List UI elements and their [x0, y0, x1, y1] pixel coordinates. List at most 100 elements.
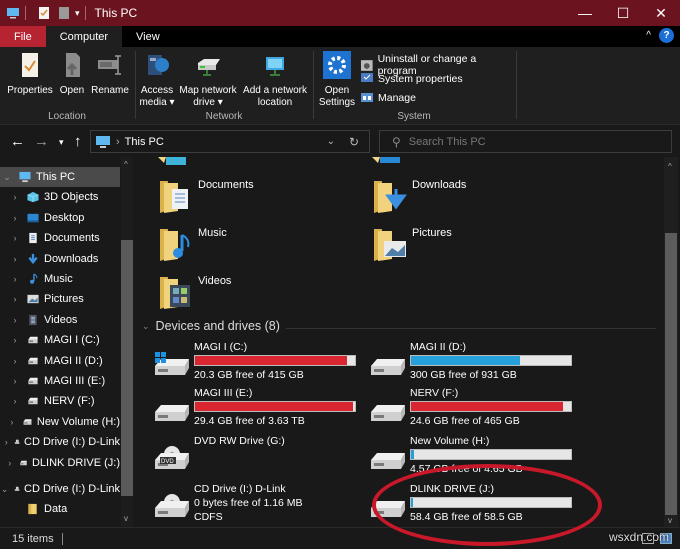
nav-item-music[interactable]: › Music — [0, 269, 120, 289]
address-bar[interactable]: › This PC ⌄ ↻ — [90, 130, 370, 153]
properties-button[interactable]: Properties — [6, 51, 54, 97]
collapse-chevron-icon[interactable]: › — [10, 376, 20, 386]
nav-item-magi-iii[interactable]: › MAGI III (E:) — [0, 371, 120, 391]
collapse-chevron-icon[interactable]: › — [10, 192, 20, 202]
tab-view[interactable]: View — [122, 26, 174, 47]
nav-item-desktop[interactable]: › Desktop — [0, 208, 120, 228]
nav-item-magi-i[interactable]: › MAGI I (C:) — [0, 330, 120, 350]
nav-item-data[interactable]: Data — [0, 499, 120, 519]
settings-gear-icon — [323, 51, 351, 79]
drive-icon — [28, 357, 38, 364]
collapse-chevron-icon[interactable]: › — [10, 274, 20, 284]
nav-item-magi-ii[interactable]: › MAGI II (D:) — [0, 351, 120, 371]
this-pc-icon — [7, 8, 19, 19]
drive-magi-i-c[interactable]: MAGI I (C:) 20.3 GB free of 415 GB — [152, 341, 362, 387]
drive-magi-ii-d[interactable]: MAGI II (D:) 300 GB free of 931 GB — [368, 341, 578, 387]
drive-dlink-drive-j[interactable]: DLINK DRIVE (J:) 58.4 GB free of 58.5 GB — [368, 483, 578, 527]
collapse-chevron-icon[interactable]: › — [10, 213, 20, 223]
maximize-button[interactable]: ☐ — [604, 0, 642, 26]
folder-name: Downloads — [412, 179, 467, 191]
minimize-button[interactable]: — — [566, 0, 604, 26]
close-button[interactable]: ✕ — [642, 0, 680, 26]
folder-music[interactable]: Music — [158, 225, 358, 269]
navigation-bar: ← → ▾ ↑ › This PC ⌄ ↻ ⚲ Search This PC — [0, 125, 680, 157]
collapse-chevron-icon[interactable]: › — [6, 458, 12, 468]
devices-section-header[interactable]: ⌄ Devices and drives (8) — [142, 319, 280, 333]
nav-scroll-down-icon[interactable]: v — [124, 514, 128, 523]
drive-dvd-rw-drive-g[interactable]: DVD DVD RW Drive (G:) — [152, 435, 362, 481]
nav-item-videos[interactable]: › Videos — [0, 310, 120, 330]
collapse-chevron-icon[interactable]: › — [4, 437, 8, 447]
window-title: This PC — [94, 6, 138, 20]
nav-item-documents[interactable]: › Documents — [0, 228, 120, 248]
nav-item-label: 3D Objects — [44, 191, 99, 204]
add-network-location-button[interactable]: Add a network location — [240, 51, 310, 109]
customize-quick-access-icon[interactable]: ▾ — [75, 8, 80, 19]
collapse-chevron-icon[interactable]: › — [10, 356, 20, 366]
properties-label: Properties — [7, 85, 53, 96]
collapse-chevron-icon[interactable]: › — [10, 233, 20, 243]
collapse-chevron-icon[interactable]: › — [10, 396, 20, 406]
search-box[interactable]: ⚲ Search This PC — [379, 130, 672, 153]
nav-item-new-volume[interactable]: › New Volume (H:) — [0, 412, 120, 432]
address-dropdown-icon[interactable]: ⌄ — [327, 136, 335, 147]
search-input[interactable]: Search This PC — [409, 136, 486, 148]
navigation-pane: ⌄ This PC › 3D Objects › Desktop › Documents › Do… — [0, 157, 134, 527]
access-media-button[interactable]: Access media ▾ — [138, 51, 176, 109]
drive-magi-iii-e[interactable]: MAGI III (E:) 29.4 GB free of 3.63 TB — [152, 387, 362, 433]
expand-chevron-icon[interactable]: ⌄ — [2, 172, 12, 183]
nav-item-this-pc[interactable]: ⌄ This PC — [0, 167, 120, 187]
map-network-drive-button[interactable]: Map network drive ▾ — [176, 51, 240, 109]
nav-scrollbar-thumb[interactable] — [121, 240, 133, 496]
properties-quick-icon[interactable] — [37, 7, 51, 19]
nav-item-dlink-drive[interactable]: › DLINK DRIVE (J:) — [0, 453, 120, 473]
drive-usage-fill — [195, 356, 347, 365]
expand-chevron-icon[interactable]: ⌄ — [1, 484, 9, 495]
collapse-chevron-icon[interactable]: › — [10, 294, 20, 304]
folder-downloads[interactable]: Downloads — [372, 177, 572, 221]
content-scrollbar-thumb[interactable] — [665, 233, 677, 515]
nav-scroll-up-icon[interactable]: ^ — [124, 160, 128, 169]
folder-pictures[interactable]: Pictures — [372, 225, 572, 269]
collapse-ribbon-icon[interactable]: ^ — [646, 30, 651, 41]
3d-objects-folder-icon[interactable] — [158, 157, 188, 167]
breadcrumb-this-pc[interactable]: This PC — [125, 136, 164, 148]
3d-objects-icon — [27, 192, 39, 203]
drive-nerv-f[interactable]: NERV (F:) 24.6 GB free of 465 GB — [368, 387, 578, 433]
folder-videos[interactable]: Videos — [158, 273, 358, 317]
back-button[interactable]: ← — [10, 133, 25, 150]
up-button[interactable]: ↑ — [74, 133, 82, 150]
nav-item-label: NERV (F:) — [44, 395, 95, 408]
drive-usage-fill — [195, 402, 354, 411]
help-icon[interactable]: ? — [659, 28, 674, 43]
system-properties-button[interactable]: System properties — [360, 72, 463, 85]
content-scroll-down-icon[interactable]: v — [668, 516, 672, 525]
collapse-chevron-icon[interactable]: › — [10, 254, 20, 264]
drive-cd-drive-i-d-link[interactable]: CD Drive (I:) D-Link 0 bytes free of 1.16… — [152, 483, 362, 527]
rename-button[interactable]: Rename — [90, 51, 130, 97]
manage-button[interactable]: Manage — [360, 91, 416, 104]
drive-new-volume-h[interactable]: New Volume (H:) 4.57 GB free of 4.65 GB — [368, 435, 578, 481]
collapse-chevron-icon[interactable]: › — [8, 417, 16, 427]
nav-item-cd-drive[interactable]: › CD Drive (I:) D-Link — [0, 432, 120, 452]
desktop-folder-icon[interactable] — [372, 157, 402, 167]
nav-item-cd-drive-root[interactable]: ⌄ CD Drive (I:) D-Link — [0, 479, 120, 499]
collapse-chevron-icon[interactable]: › — [10, 335, 20, 345]
new-folder-quick-icon[interactable] — [57, 7, 71, 19]
folder-documents[interactable]: Documents — [158, 177, 358, 221]
nav-item-downloads[interactable]: › Downloads — [0, 249, 120, 269]
refresh-icon[interactable]: ↻ — [349, 135, 359, 149]
open-settings-button[interactable]: Open Settings — [316, 51, 358, 109]
forward-button[interactable]: → — [34, 133, 49, 150]
nav-item-nerv[interactable]: › NERV (F:) — [0, 391, 120, 411]
content-scroll-up-icon[interactable]: ^ — [668, 162, 672, 171]
open-button[interactable]: Open — [56, 51, 88, 97]
nav-item-pictures[interactable]: › Pictures — [0, 289, 120, 309]
tab-computer[interactable]: Computer — [45, 26, 123, 47]
system-properties-label: System properties — [378, 72, 463, 85]
nav-item-3d-objects[interactable]: › 3D Objects — [0, 187, 120, 207]
cd-drive-icon — [155, 494, 189, 517]
tab-file[interactable]: File — [0, 26, 46, 47]
collapse-chevron-icon[interactable]: › — [10, 315, 20, 325]
recent-locations-button[interactable]: ▾ — [59, 137, 64, 148]
